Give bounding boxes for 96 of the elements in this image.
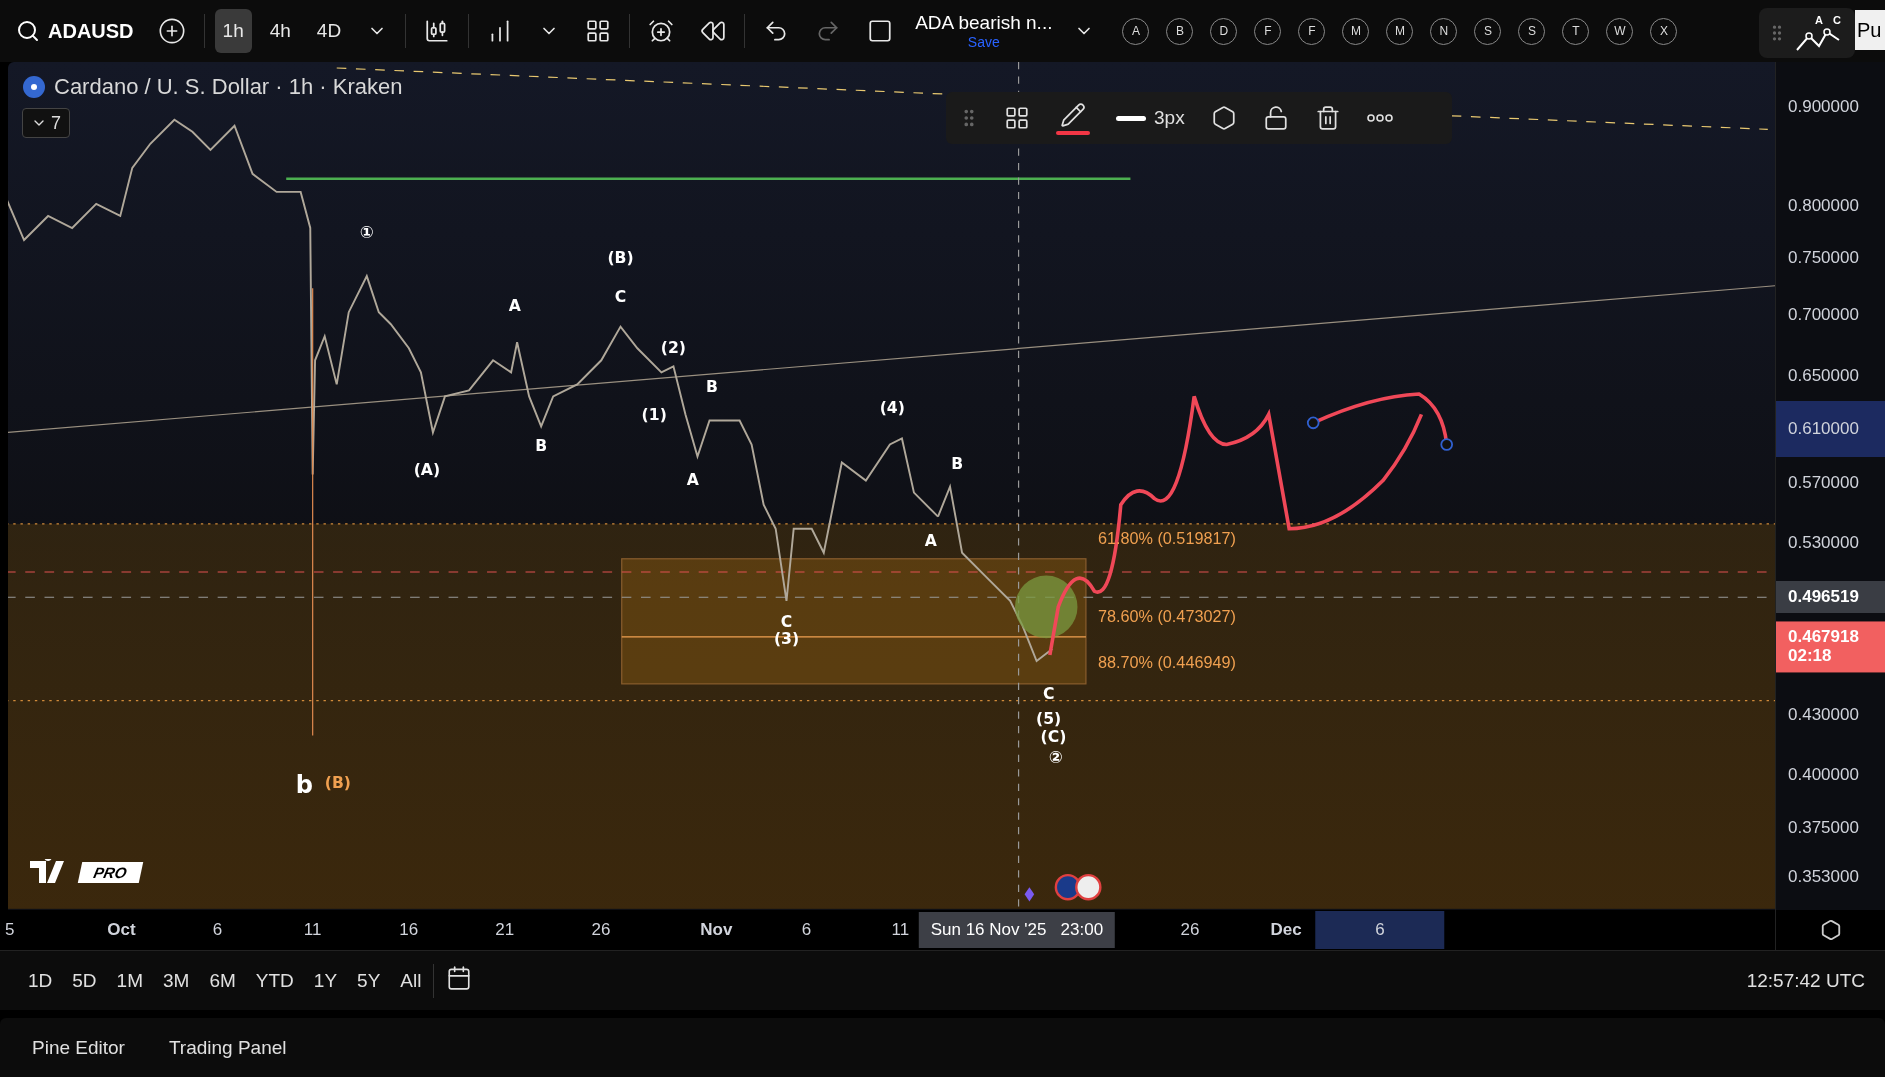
time-label: 11 <box>303 920 322 940</box>
search-icon <box>16 19 40 43</box>
price-label: 0.750000 <box>1787 247 1860 270</box>
range-button[interactable]: 1M <box>108 965 151 996</box>
time-label: 5 <box>4 920 15 940</box>
trash-icon <box>1314 105 1341 131</box>
event-flags-icon[interactable] <box>1024 873 1102 902</box>
crosshair-time-label: Sun 16 Nov '25 23:00 <box>918 912 1116 948</box>
price-label: 0.700000 <box>1787 303 1860 326</box>
resistance-line[interactable] <box>286 177 1131 180</box>
wave-label: (3) <box>773 628 800 648</box>
fibonacci-level-label: 88.70% (0.446949) <box>1097 652 1236 671</box>
price-marker-label: 0.496519 <box>1776 581 1885 614</box>
wave-label: (5) <box>1036 709 1062 729</box>
rewind-icon <box>700 18 727 44</box>
range-button[interactable]: All <box>392 965 430 996</box>
grid-icon <box>1004 105 1030 131</box>
wave-label: B <box>705 377 718 397</box>
price-label: 0.353000 <box>1787 866 1860 889</box>
range-button[interactable]: 1D <box>20 965 61 996</box>
range-button[interactable]: 5Y <box>349 965 389 996</box>
wave-label: C <box>1042 684 1055 704</box>
range-button[interactable]: YTD <box>247 965 302 996</box>
panel-tab[interactable]: Trading Panel <box>156 1030 299 1065</box>
price-label: 0.375000 <box>1787 817 1860 840</box>
symbol-title: Cardano / U. S. Dollar · 1h · Kraken <box>54 74 403 100</box>
more-button[interactable] <box>1364 112 1395 124</box>
fibonacci-level-label: 78.60% (0.473027) <box>1097 607 1236 625</box>
price-label: 0.570000 <box>1787 472 1860 495</box>
time-label: 26 <box>591 920 611 940</box>
projection-curve[interactable] <box>1048 394 1424 656</box>
wave-label: A <box>924 531 937 551</box>
price-label: 0.430000 <box>1787 704 1860 727</box>
last-price-label: 0.467918 02:18 <box>1776 621 1885 673</box>
square-icon <box>867 18 894 44</box>
wave-label: ① <box>359 221 374 242</box>
wave-label: (B) <box>324 773 351 793</box>
wave-label: A <box>508 295 521 315</box>
wave-label: C <box>614 287 627 307</box>
wave-label: B <box>951 454 964 474</box>
interval-tab[interactable]: 4h <box>261 9 299 53</box>
time-label: 21 <box>495 920 515 940</box>
time-label: Oct <box>107 920 136 940</box>
interval-tab[interactable]: 1h <box>214 9 252 53</box>
time-label: 26 <box>1180 920 1200 940</box>
selected-range-label: 6 <box>1315 911 1445 949</box>
cursor-highlight <box>1014 575 1078 639</box>
settings-icon[interactable] <box>1819 919 1842 941</box>
wave-label: b <box>295 771 313 800</box>
time-label: 16 <box>399 920 419 940</box>
time-label: 6 <box>212 920 223 940</box>
wave-label: (A) <box>413 460 441 480</box>
price-label: 0.800000 <box>1787 194 1860 217</box>
coin-icon <box>22 75 46 99</box>
interval-tab[interactable]: 4D <box>308 9 350 53</box>
wave-label: C <box>780 612 793 631</box>
color-swatch <box>1056 130 1090 135</box>
layout-name-button[interactable]: ADA bearish n... Save <box>911 12 1057 50</box>
symbol-search[interactable]: ADAUSD <box>10 18 140 44</box>
price-label: 0.650000 <box>1787 365 1860 388</box>
wave-label: ② <box>1048 747 1063 768</box>
price-label: 0.400000 <box>1787 764 1860 787</box>
range-button[interactable]: 5D <box>64 965 105 996</box>
range-button[interactable]: 3M <box>155 965 198 996</box>
line-icon <box>1116 115 1146 121</box>
publish-button[interactable]: Pu <box>1855 10 1885 50</box>
panel-tab[interactable]: Pine Editor <box>20 1030 137 1065</box>
wave-label: (1) <box>641 405 667 425</box>
line-width-button[interactable]: 3px <box>1114 105 1187 131</box>
range-button[interactable]: 6M <box>201 965 244 996</box>
alarm-clock-icon <box>648 18 675 44</box>
candlestick-icon <box>424 18 451 44</box>
range-button[interactable]: 1Y <box>305 965 346 996</box>
time-label: Nov <box>700 920 733 940</box>
wave-label: B <box>535 436 548 456</box>
selected-price-label: 0.610000 <box>1776 401 1885 458</box>
settings-icon <box>1210 105 1237 131</box>
wave-label: (B) <box>607 247 634 267</box>
time-label: 6 <box>801 920 812 940</box>
clock-label: 12:57:42 UTC <box>1746 969 1865 992</box>
price-label: 0.530000 <box>1787 532 1860 555</box>
wave-label: A <box>686 470 699 490</box>
grid-icon <box>585 18 612 44</box>
price-label: 0.900000 <box>1787 95 1860 118</box>
plus-icon <box>157 17 186 45</box>
selected-projection-curve[interactable] <box>1306 392 1453 451</box>
wave-label: (2) <box>660 337 686 357</box>
pencil-icon <box>1060 101 1086 128</box>
more-icon <box>1366 114 1393 122</box>
indicators-toggle[interactable]: 7 <box>22 108 70 138</box>
calendar-icon <box>446 965 473 991</box>
time-label: 11 <box>891 920 910 940</box>
time-label: Dec <box>1270 920 1302 940</box>
wave-label: (C) <box>1040 727 1067 747</box>
wave-label: (4) <box>879 397 905 417</box>
unlock-icon <box>1262 105 1289 131</box>
